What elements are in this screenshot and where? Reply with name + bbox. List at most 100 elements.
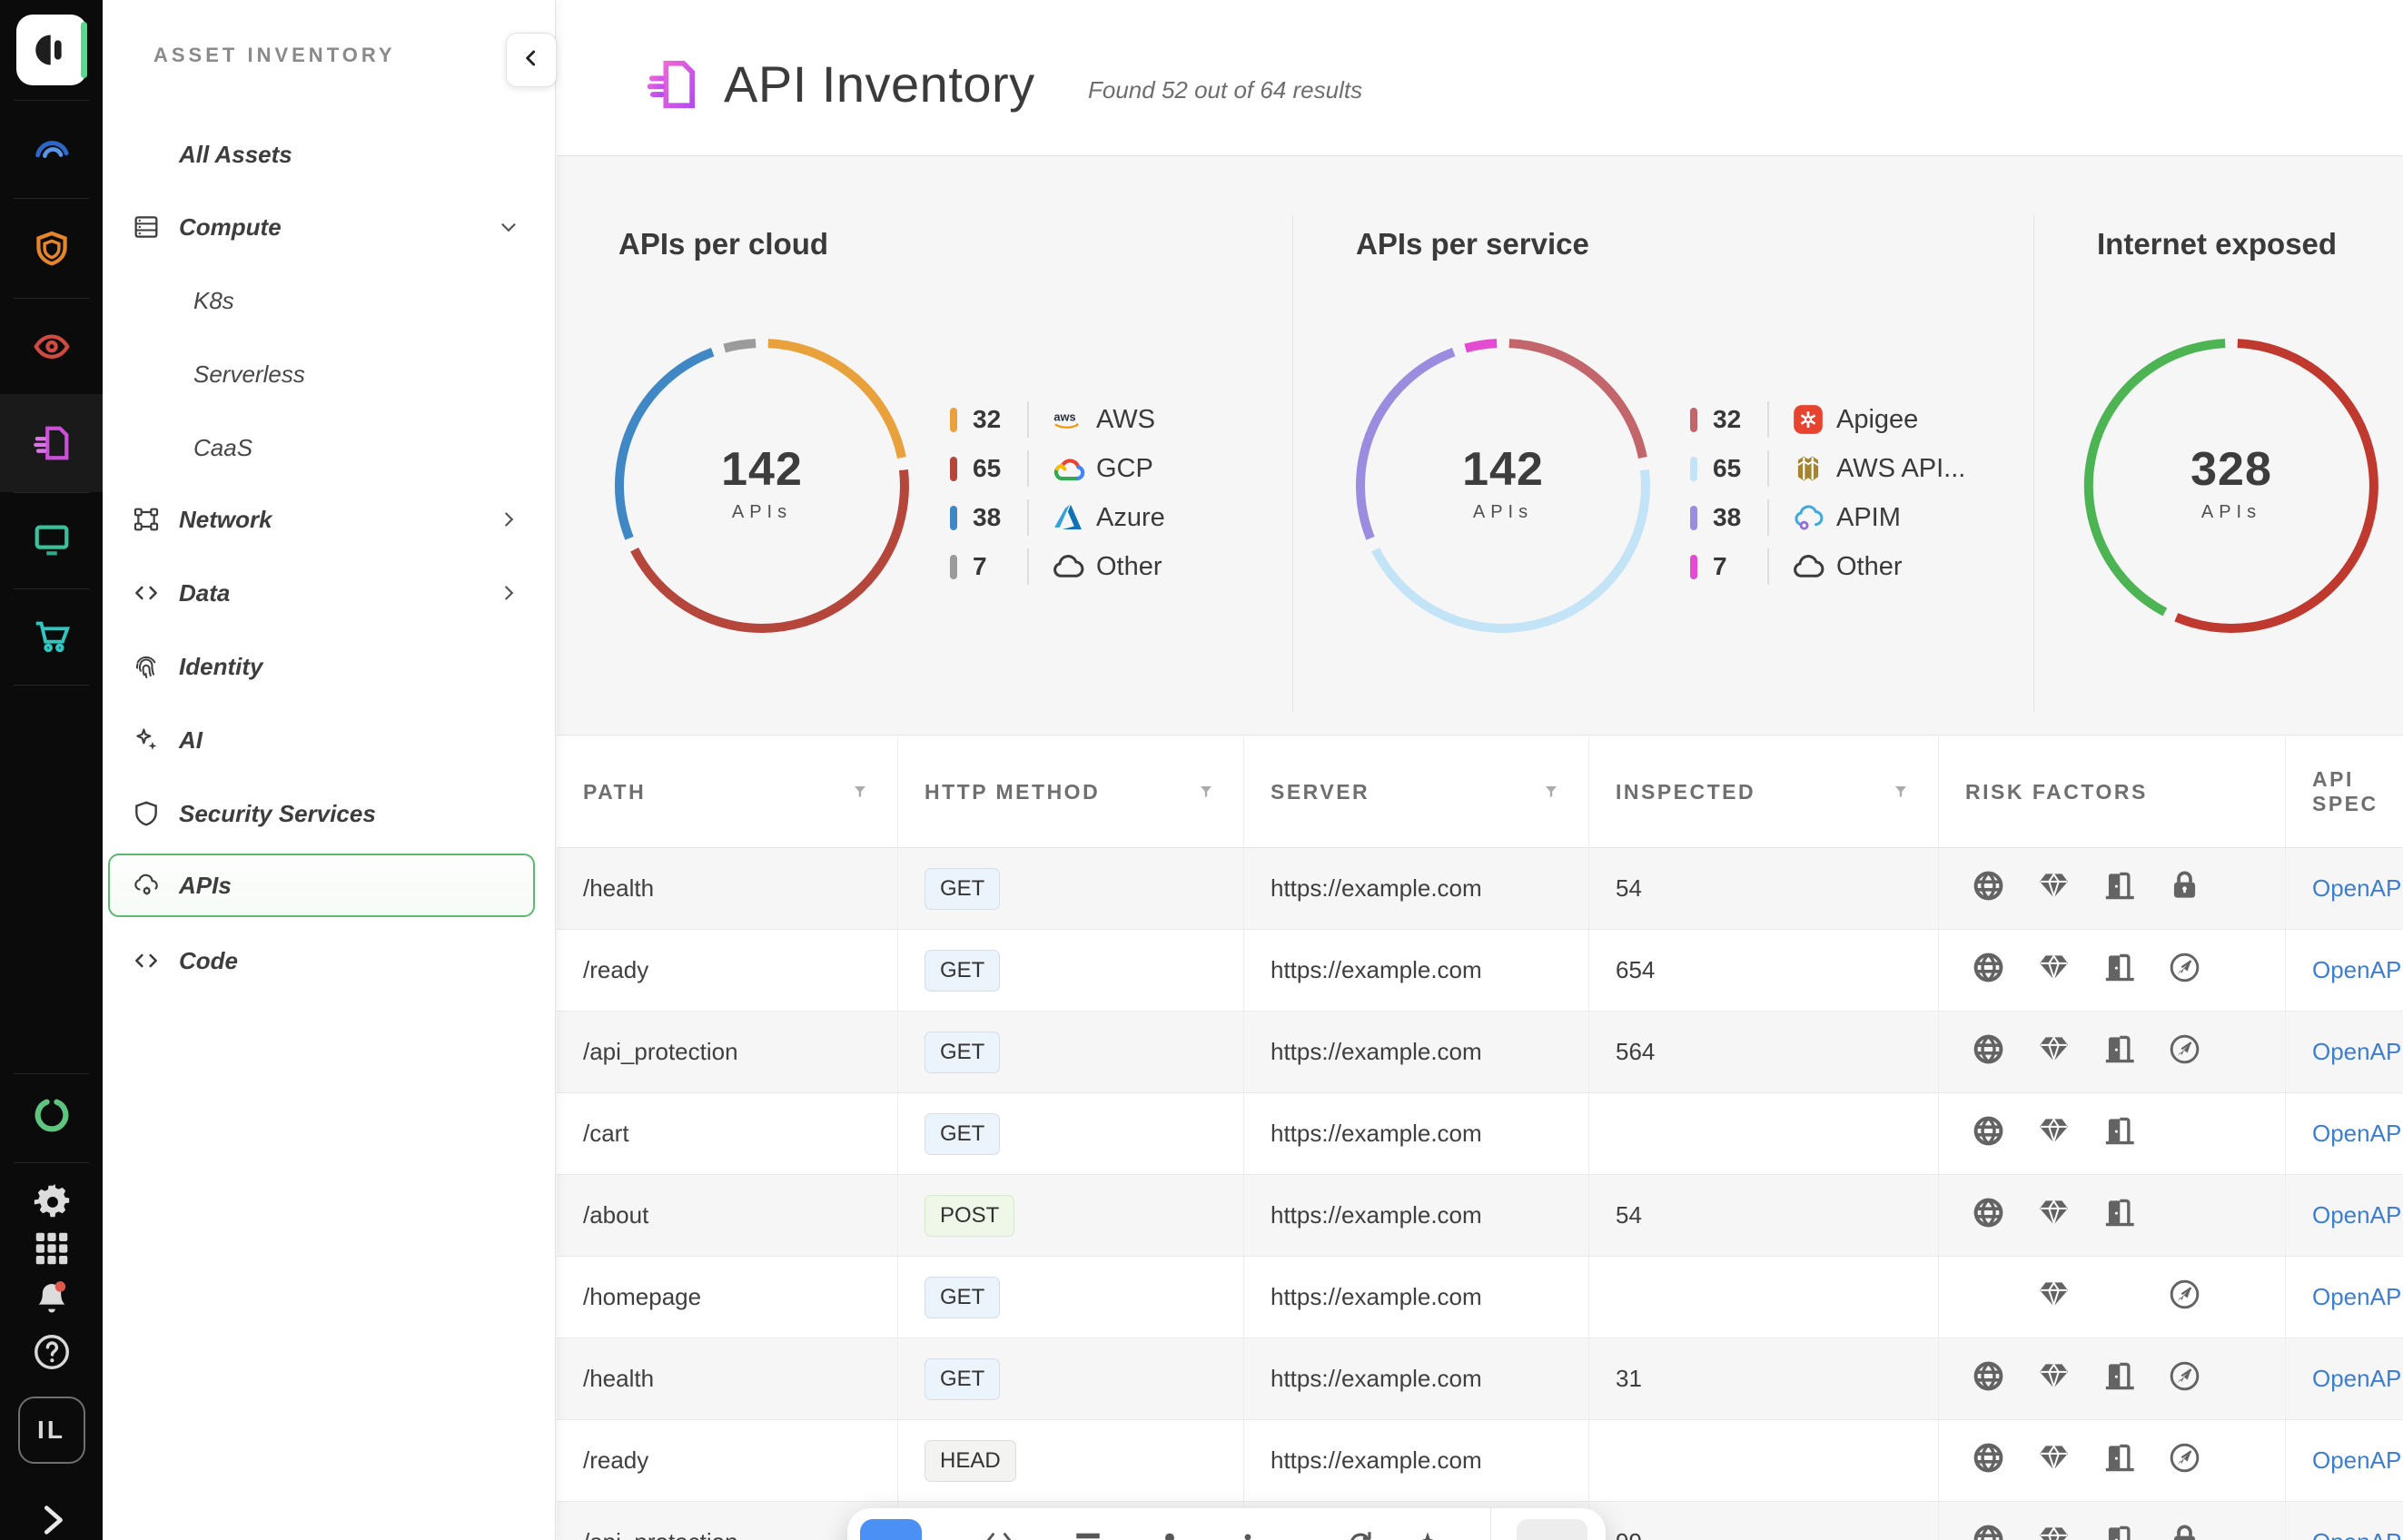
- openapi-link[interactable]: OpenAPI: [2312, 1528, 2403, 1540]
- logo[interactable]: [16, 15, 87, 85]
- toolbar-sparkle-icon[interactable]: [1412, 1528, 1443, 1540]
- rail-item-shield[interactable]: [0, 206, 103, 293]
- openapi-link[interactable]: OpenAPI: [2312, 956, 2403, 984]
- donut-unit: APIs: [1349, 502, 1657, 523]
- table-row[interactable]: /healthGEThttps://example.com54OpenAPI: [557, 848, 2403, 930]
- sidebar-item-data[interactable]: Data: [108, 561, 535, 625]
- openapi-link[interactable]: OpenAPI: [2312, 1365, 2403, 1393]
- charts-panel: APIs per cloud142APIs32awsAWS65GCP38Azur…: [557, 156, 2403, 735]
- openapi-link[interactable]: OpenAPI: [2312, 1446, 2403, 1475]
- sidebar-collapse-button[interactable]: [506, 33, 557, 87]
- cell-risk-factors: [1939, 848, 2286, 929]
- table-row[interactable]: /cartGEThttps://example.comOpenAPI: [557, 1093, 2403, 1175]
- network-icon: [132, 505, 161, 534]
- page-title: API Inventory: [724, 54, 1035, 114]
- toolbar-chevrons-icon[interactable]: [984, 1528, 1014, 1540]
- sidebar-item-identity[interactable]: Identity: [108, 635, 535, 698]
- sidebar-item-compute[interactable]: Compute: [108, 195, 535, 259]
- diamond-icon: [2037, 869, 2071, 909]
- sidebar-item-security-services[interactable]: Security Services: [108, 782, 535, 845]
- rail-item-avatar[interactable]: IL: [0, 1387, 103, 1474]
- column-header-api-spec[interactable]: API SPEC: [2286, 736, 2403, 847]
- globe-icon: [1972, 869, 2005, 909]
- toolbar-person-icon[interactable]: [1154, 1528, 1185, 1540]
- cell-path: /health: [557, 1338, 898, 1419]
- legend-marker: [1690, 506, 1697, 530]
- toolbar-refresh-icon[interactable]: [1345, 1528, 1376, 1540]
- sidebar-item-caas[interactable]: CaaS: [108, 416, 535, 479]
- cell-api-spec: OpenAPI: [2286, 1093, 2403, 1174]
- table-row[interactable]: /homepageGEThttps://example.comOpenAPI: [557, 1257, 2403, 1338]
- chevron-right-icon[interactable]: [497, 581, 520, 605]
- openapi-link[interactable]: OpenAPI: [2312, 1120, 2403, 1148]
- door-icon: [2102, 1196, 2136, 1236]
- rail-item-monitor[interactable]: [0, 496, 103, 583]
- cell-risk-factors: [1939, 1257, 2286, 1338]
- dragonfly-icon: [2168, 1278, 2201, 1318]
- rail-item-cart[interactable]: [0, 592, 103, 679]
- toolbar-toggle[interactable]: [1517, 1519, 1587, 1540]
- donut-unit: APIs: [2077, 502, 2386, 523]
- legend-label: GCP: [1096, 454, 1153, 484]
- toolbar-dot-icon[interactable]: [1232, 1528, 1263, 1540]
- legend-item: 7Other: [950, 542, 1162, 591]
- legend-label: Other: [1836, 552, 1903, 582]
- method-badge: HEAD: [925, 1440, 1016, 1482]
- column-header-risk-factors[interactable]: RISK FACTORS: [1939, 736, 2286, 847]
- table-row[interactable]: /aboutPOSThttps://example.com54OpenAPI: [557, 1175, 2403, 1257]
- legend-value: 38: [973, 503, 1027, 532]
- rail-item-ring[interactable]: [0, 1071, 103, 1159]
- cell-path: /homepage: [557, 1257, 898, 1338]
- openapi-link[interactable]: OpenAPI: [2312, 874, 2403, 903]
- cloud-icon: [1791, 549, 1825, 584]
- sidebar-item-serverless[interactable]: Serverless: [108, 342, 535, 406]
- sidebar-item-network[interactable]: Network: [108, 488, 535, 551]
- aws-icon: aws: [1051, 402, 1085, 437]
- legend-value: 65: [1713, 454, 1767, 483]
- sidebar-item-apis[interactable]: APIs: [108, 854, 535, 917]
- primary-action-button[interactable]: [860, 1519, 922, 1540]
- toolbar-table-icon[interactable]: [1073, 1528, 1103, 1540]
- column-header-path[interactable]: PATH: [557, 736, 898, 847]
- cell-api-spec: OpenAPI: [2286, 1012, 2403, 1092]
- rail-item-api-doc[interactable]: [0, 400, 103, 487]
- chevron-right-icon[interactable]: [497, 508, 520, 531]
- azure-icon: [1051, 500, 1085, 535]
- openapi-link[interactable]: OpenAPI: [2312, 1038, 2403, 1066]
- table-row[interactable]: /readyGEThttps://example.com654OpenAPI: [557, 930, 2403, 1012]
- chevron-down-icon[interactable]: [497, 215, 520, 239]
- openapi-link[interactable]: OpenAPI: [2312, 1283, 2403, 1311]
- cell-server: https://example.com: [1244, 1338, 1589, 1419]
- rail-item-pulse-arc[interactable]: [0, 105, 103, 192]
- filter-icon[interactable]: [1196, 782, 1216, 802]
- sidebar-item-k8s[interactable]: K8s: [108, 269, 535, 332]
- cell-server: https://example.com: [1244, 930, 1589, 1011]
- table-row[interactable]: /api_protectionGEThttps://example.com564…: [557, 1012, 2403, 1093]
- cell-method: HEAD: [898, 1420, 1244, 1501]
- cell-inspected: 31: [1589, 1338, 1939, 1419]
- rail-item-eye[interactable]: [0, 302, 103, 390]
- column-header-inspected[interactable]: INSPECTED: [1589, 736, 1939, 847]
- rail-item-expand[interactable]: [0, 1476, 103, 1540]
- rail-item-help[interactable]: [0, 1308, 103, 1396]
- cell-risk-factors: [1939, 1093, 2286, 1174]
- cell-risk-factors: [1939, 1502, 2286, 1540]
- cell-server: https://example.com: [1244, 1175, 1589, 1256]
- legend-item: 38APIM: [1690, 493, 1901, 542]
- sidebar-item-all-assets[interactable]: All Assets: [108, 123, 535, 186]
- column-header-server[interactable]: SERVER: [1244, 736, 1589, 847]
- filter-icon[interactable]: [1541, 782, 1561, 802]
- diamond-icon: [2037, 1359, 2071, 1399]
- cell-api-spec: OpenAPI: [2286, 1175, 2403, 1256]
- filter-icon[interactable]: [850, 782, 870, 802]
- column-header-http-method[interactable]: HTTP METHOD: [898, 736, 1244, 847]
- chart-title: APIs per service: [1356, 227, 1589, 262]
- table-row[interactable]: /readyHEADhttps://example.comOpenAPI: [557, 1420, 2403, 1502]
- cell-inspected: [1589, 1420, 1939, 1501]
- openapi-link[interactable]: OpenAPI: [2312, 1201, 2403, 1229]
- sidebar-item-code[interactable]: Code: [108, 929, 535, 992]
- sidebar-item-ai[interactable]: AI: [108, 708, 535, 772]
- filter-icon[interactable]: [1891, 782, 1911, 802]
- table-row[interactable]: /healthGEThttps://example.com31OpenAPI: [557, 1338, 2403, 1420]
- compute-icon: [132, 212, 161, 242]
